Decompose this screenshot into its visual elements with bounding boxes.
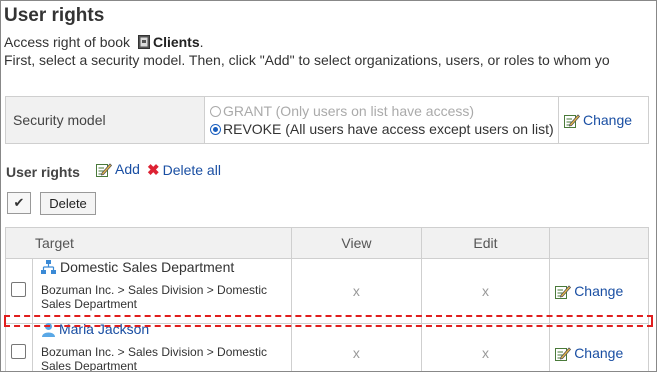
access-right-suffix: . bbox=[199, 34, 204, 50]
view-column-header: View bbox=[291, 227, 422, 259]
add-label: Add bbox=[115, 161, 140, 177]
grant-option[interactable]: GRANT (Only users on list have access) bbox=[210, 102, 557, 120]
row-change-link[interactable]: Change bbox=[555, 345, 623, 361]
security-model-options: GRANT (Only users on list have access) R… bbox=[204, 96, 559, 144]
book-icon bbox=[137, 35, 150, 49]
security-change-label: Change bbox=[583, 112, 633, 128]
organization-name: Domestic Sales Department bbox=[59, 259, 235, 275]
view-permission: x bbox=[291, 258, 422, 324]
table-row: Domestic Sales Department Bozuman Inc. >… bbox=[5, 258, 649, 324]
delete-all-label: Delete all bbox=[162, 162, 221, 178]
edit-icon bbox=[555, 285, 572, 299]
edit-column-header: Edit bbox=[420, 227, 551, 259]
user-rights-heading: User rights bbox=[6, 164, 80, 180]
row-change-label: Change bbox=[574, 345, 624, 361]
grant-radio[interactable] bbox=[210, 105, 221, 117]
target-column-header: Target bbox=[4, 227, 293, 259]
security-model-label: Security model bbox=[5, 96, 205, 144]
revoke-option[interactable]: REVOKE (All users have access except use… bbox=[210, 120, 557, 138]
edit-permission: x bbox=[420, 258, 551, 324]
change-column-header bbox=[549, 227, 649, 259]
row-change-cell: Change bbox=[549, 258, 649, 324]
revoke-radio[interactable] bbox=[210, 123, 221, 135]
select-all-button[interactable]: ✔ bbox=[7, 192, 31, 214]
target-name: Domestic Sales Department bbox=[40, 259, 290, 275]
security-change-link[interactable]: Change bbox=[564, 112, 632, 128]
user-rights-table: Target View Edit Domestic Sales Departme… bbox=[4, 227, 649, 372]
security-change-cell: Change bbox=[558, 96, 649, 144]
edit-icon bbox=[564, 114, 580, 128]
organization-path: Bozuman Inc. > Sales Division > Domestic… bbox=[40, 283, 268, 311]
revoke-label: REVOKE (All users have access except use… bbox=[223, 121, 554, 137]
row-checkbox[interactable] bbox=[11, 282, 27, 297]
row-change-link[interactable]: Change bbox=[555, 283, 623, 299]
row-change-label: Change bbox=[574, 283, 624, 299]
target-cell: Maria Jackson Bozuman Inc. > Sales Divis… bbox=[31, 321, 293, 372]
instruction-text: First, select a security model. Then, cl… bbox=[4, 52, 610, 68]
table-row: Maria Jackson Bozuman Inc. > Sales Divis… bbox=[5, 321, 649, 372]
user-path: Bozuman Inc. > Sales Division > Domestic… bbox=[40, 345, 268, 372]
row-checkbox[interactable] bbox=[11, 344, 27, 359]
row-change-cell: Change bbox=[549, 323, 649, 371]
access-right-prefix: Access right of book bbox=[4, 34, 131, 50]
add-edit-icon bbox=[96, 163, 112, 177]
grant-label: GRANT (Only users on list have access) bbox=[223, 103, 475, 119]
delete-x-icon: ✖ bbox=[147, 162, 160, 179]
row-checkbox-cell bbox=[5, 323, 33, 371]
edit-permission: x bbox=[420, 323, 551, 371]
access-right-line: Access right of book Clients. bbox=[4, 34, 204, 50]
page-title: User rights bbox=[4, 5, 105, 26]
edit-icon bbox=[555, 347, 572, 361]
delete-button[interactable]: Delete bbox=[40, 192, 96, 215]
row-checkbox-cell bbox=[5, 258, 33, 324]
delete-all-button[interactable]: ✖ Delete all bbox=[147, 161, 221, 179]
user-rights-panel: User rights Access right of book Clients… bbox=[0, 0, 657, 372]
book-name: Clients bbox=[152, 34, 200, 50]
table-header-row: Target View Edit bbox=[4, 227, 649, 259]
security-model-table: Security model GRANT (Only users on list… bbox=[5, 96, 649, 144]
add-button[interactable]: Add bbox=[96, 161, 140, 177]
organization-icon bbox=[40, 260, 56, 274]
target-cell: Domestic Sales Department Bozuman Inc. >… bbox=[31, 258, 293, 324]
view-permission: x bbox=[291, 323, 422, 371]
highlight-marker bbox=[4, 315, 653, 327]
